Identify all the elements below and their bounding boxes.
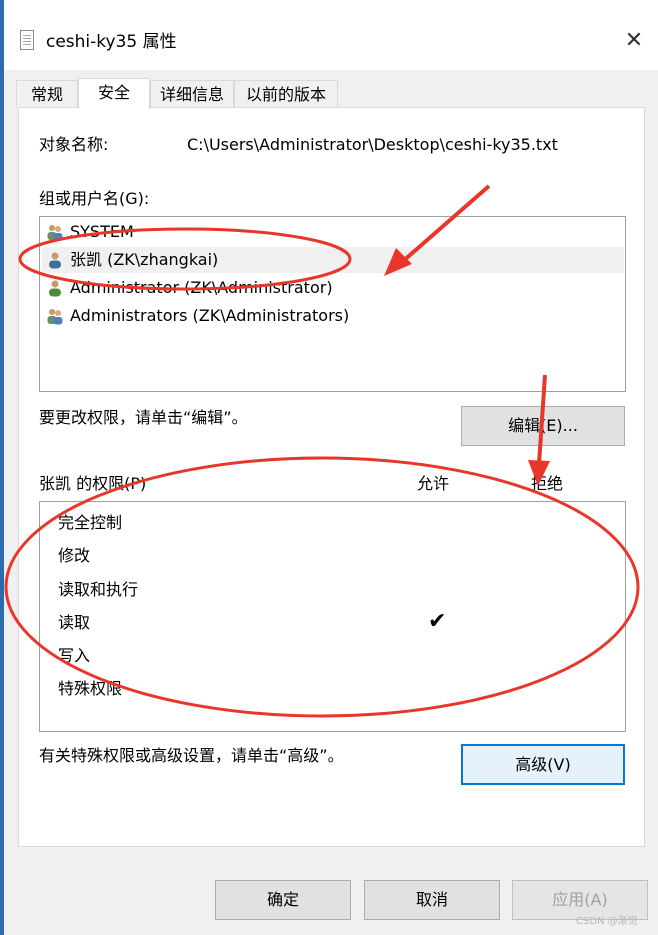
ok-button[interactable]: 确定 <box>215 880 351 920</box>
groups-label: 组或用户名(G): <box>39 189 150 208</box>
tab-general[interactable]: 常规 <box>16 80 78 108</box>
edit-hint: 要更改权限，请单击“编辑”。 <box>39 408 248 427</box>
permission-modify: 修改 <box>58 546 91 565</box>
object-name-value: C:\Users\Administrator\Desktop\ceshi-ky3… <box>187 135 558 154</box>
permission-read-execute: 读取和执行 <box>58 580 139 599</box>
advanced-hint: 有关特殊权限或高级设置，请单击“高级”。 <box>39 746 344 765</box>
permission-write: 写入 <box>58 646 91 665</box>
csdn-watermark: CSDN @渐觉 <box>576 916 638 927</box>
allow-column-header: 允许 <box>417 474 450 493</box>
user-name: Administrators (ZK\Administrators) <box>70 306 350 325</box>
user-icon <box>49 252 61 269</box>
permission-full-control: 完全控制 <box>58 513 123 532</box>
allow-read-checkmark-icon: ✔ <box>428 609 447 634</box>
permission-special: 特殊权限 <box>58 679 123 698</box>
advanced-button[interactable]: 高级(V) <box>461 744 625 785</box>
permission-read: 读取 <box>58 613 91 632</box>
user-name: SYSTEM <box>70 222 134 241</box>
user-name: 张凯 (ZK\zhangkai) <box>70 250 219 269</box>
user-row-zhangkai[interactable]: 张凯 (ZK\zhangkai) <box>42 247 624 273</box>
user-row-system[interactable]: SYSTEM <box>42 219 624 245</box>
window-title: ceshi-ky35 属性 <box>46 32 177 52</box>
security-panel: 对象名称: C:\Users\Administrator\Desktop\ces… <box>18 107 645 847</box>
document-icon <box>20 30 34 50</box>
title-bar: ceshi-ky35 属性 ✕ <box>4 0 658 70</box>
cancel-button[interactable]: 取消 <box>364 880 500 920</box>
tab-details[interactable]: 详细信息 <box>150 80 234 108</box>
group-users-icon <box>47 225 63 241</box>
permissions-title: 张凯 的权限(P) <box>39 474 147 493</box>
close-button[interactable]: ✕ <box>614 26 654 56</box>
edit-button[interactable]: 编辑(E)... <box>461 406 625 446</box>
tab-security[interactable]: 安全 <box>78 78 150 109</box>
user-row-administrators[interactable]: Administrators (ZK\Administrators) <box>42 303 624 329</box>
properties-dialog: ceshi-ky35 属性 ✕ 常规 安全 详细信息 以前的版本 对象名称: C… <box>4 0 658 935</box>
group-users-icon <box>47 309 63 325</box>
user-row-administrator[interactable]: Administrator (ZK\Administrator) <box>42 275 624 301</box>
user-icon <box>49 280 61 297</box>
deny-column-header: 拒绝 <box>531 474 564 493</box>
object-name-label: 对象名称: <box>39 135 109 154</box>
users-listbox[interactable]: SYSTEM 张凯 (ZK\zhangkai) Administrator (Z… <box>39 216 626 392</box>
permissions-list: 完全控制 修改 读取和执行 读取 ✔ 写入 特殊权限 <box>39 501 626 732</box>
user-name: Administrator (ZK\Administrator) <box>70 278 333 297</box>
tab-previous-versions[interactable]: 以前的版本 <box>234 80 338 108</box>
